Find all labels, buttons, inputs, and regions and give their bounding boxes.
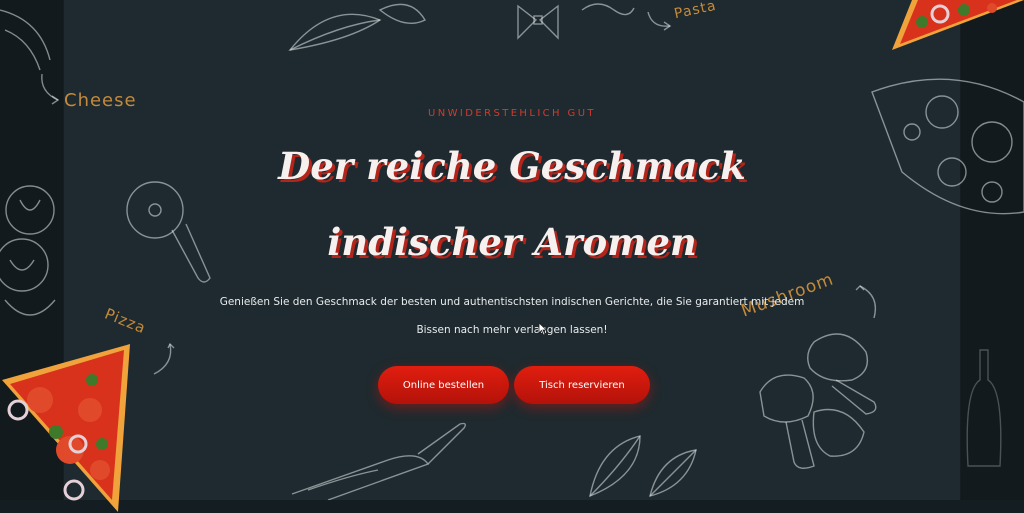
page: Cheese Pizza Pasta Mushroom UNWIDERSTEHL… [0,0,1024,513]
pizza-slice-icon [892,0,1024,50]
basil-leaf-icon [589,435,697,498]
pizza-slice-icon [2,344,130,512]
arrow-icon [855,285,877,319]
arrow-icon [41,73,60,105]
hero-eyebrow: UNWIDERSTEHLICH GUT [428,108,596,119]
garlic-icon [0,185,56,316]
bottle-sketch-icon [966,349,1002,467]
reserve-table-button[interactable]: Tisch reservieren [514,366,650,404]
hero-lead: Genießen Sie den Geschmack der besten un… [219,296,805,336]
pasta-shell-icon [581,3,635,16]
pizza-cutter-icon [126,181,211,283]
bottom-strip [0,500,1024,513]
mushroom-icon [759,333,877,469]
hero-headline: Der reiche Geschmack indischer Aromen [278,144,746,264]
pizza-sketch-icon [871,78,1024,215]
pasta-bow-icon [517,4,559,40]
knife-icon [291,422,467,500]
arrow-icon [647,11,672,31]
basil-leaf-icon [288,3,426,51]
arrow-icon [153,342,175,375]
leaf-sketch-icon [0,9,51,71]
cursor-icon [538,322,548,336]
order-online-button[interactable]: Online bestellen [378,366,509,404]
